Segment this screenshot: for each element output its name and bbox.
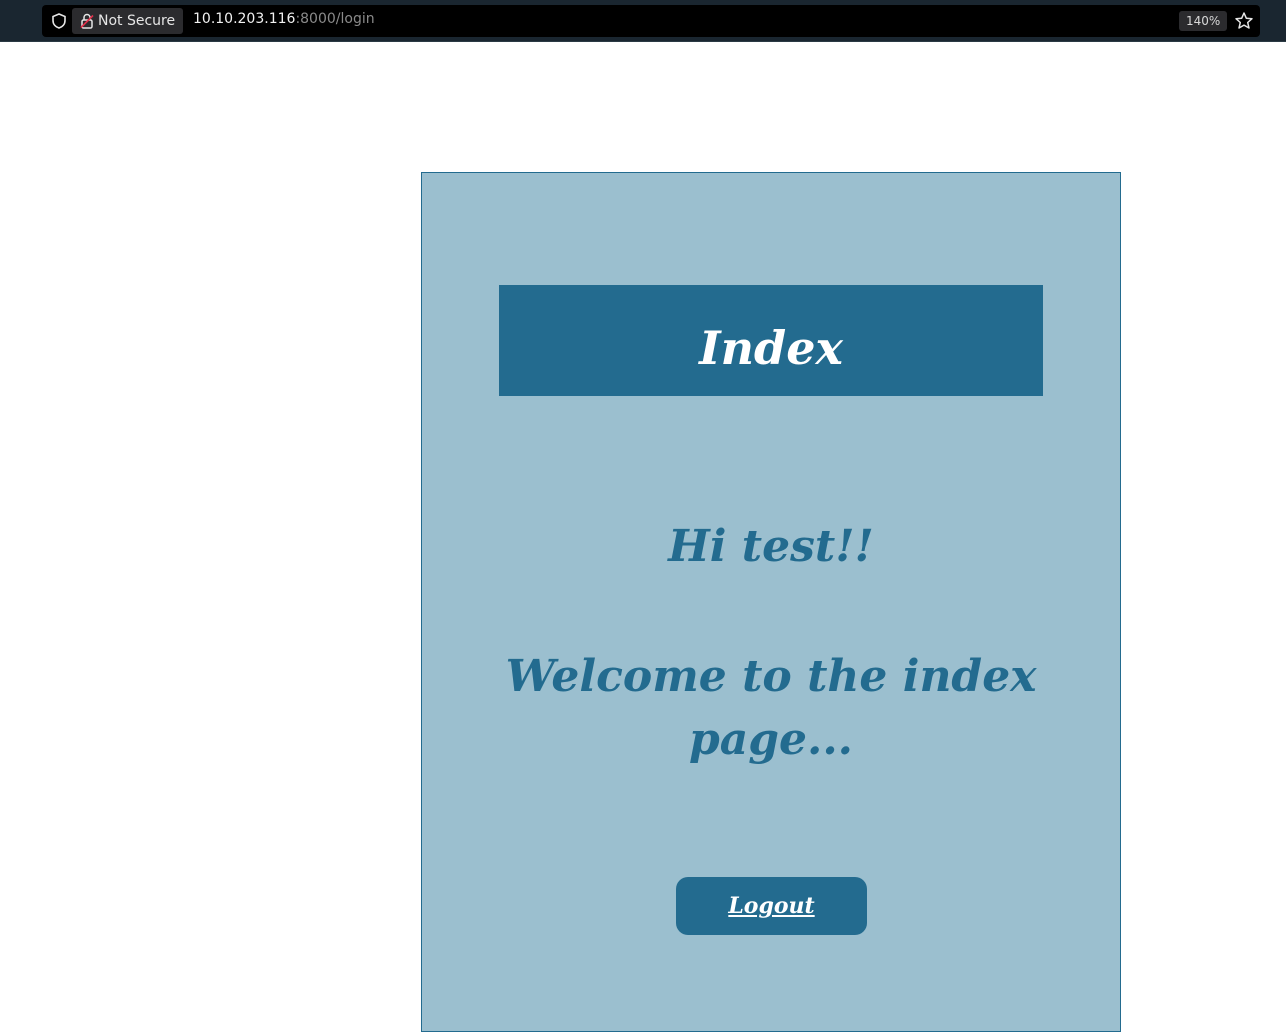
security-indicator[interactable]: Not Secure [72,8,184,34]
star-icon[interactable] [1234,11,1254,31]
lock-broken-icon [80,13,94,29]
browser-toolbar: Not Secure 10.10.203.116:8000/login 140% [0,0,1286,42]
shield-icon[interactable] [50,12,68,30]
url-host: 10.10.203.116 [193,11,296,27]
zoom-level-badge[interactable]: 140% [1179,11,1228,31]
page-title: Index [699,320,843,375]
url-path: :8000/login [295,11,375,27]
logout-button[interactable]: Logout [676,877,867,935]
welcome-message: Welcome to the index page... [505,651,1037,765]
logout-label[interactable]: Logout [728,893,814,919]
address-bar[interactable]: Not Secure 10.10.203.116:8000/login 140% [42,5,1260,37]
index-card: Index Hi test!! Welcome to the index pag… [421,172,1121,1032]
greeting-text: Hi test!! [668,521,874,572]
url-text[interactable]: 10.10.203.116:8000/login [193,11,375,27]
header-banner: Index [499,285,1043,396]
security-label: Not Secure [98,13,176,29]
